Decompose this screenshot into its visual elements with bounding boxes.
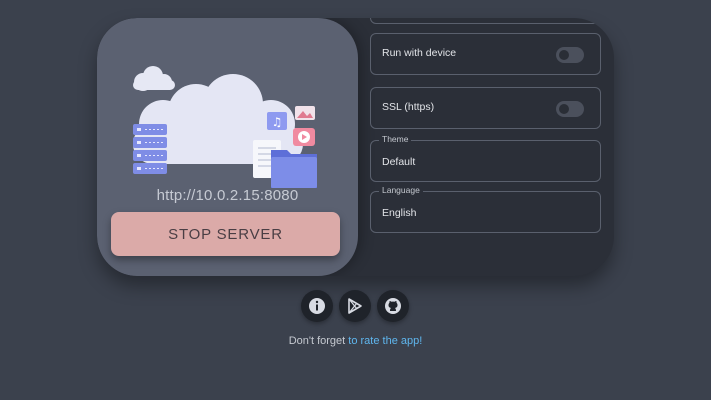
rate-app-footer: Don't forget to rate the app! — [0, 335, 711, 347]
theme-legend: Theme — [379, 134, 412, 144]
run-with-device-setting[interactable]: Run with device — [370, 33, 601, 75]
ssl-toggle[interactable] — [556, 101, 584, 117]
toggle-knob — [559, 104, 569, 114]
footer-text: Don't forget — [288, 335, 349, 347]
server-url: http://10.0.2.15:8080 — [156, 187, 299, 204]
settings-panel: Run with device SSL (https) Theme Defaul… — [367, 18, 607, 276]
run-with-device-toggle[interactable] — [556, 47, 584, 63]
ssl-label: SSL (https) — [382, 101, 435, 113]
rate-app-link[interactable]: to rate the app! — [348, 335, 422, 347]
link-icons — [301, 290, 409, 322]
github-icon — [385, 298, 401, 314]
ssl-setting[interactable]: SSL (https) — [370, 87, 601, 129]
language-legend: Language — [379, 185, 423, 195]
server-panel: ♫ http://10.0.2.15:8080 STOP SERVER — [97, 18, 358, 276]
settings-field-partial[interactable] — [370, 18, 601, 24]
language-select[interactable]: Language English — [370, 185, 601, 233]
language-value: English — [382, 207, 417, 219]
stop-server-button[interactable]: STOP SERVER — [111, 212, 340, 256]
info-button[interactable] — [301, 290, 333, 322]
toggle-knob — [559, 50, 569, 60]
play-store-icon — [348, 298, 362, 314]
svg-text:♫: ♫ — [272, 115, 283, 129]
info-icon — [309, 298, 325, 314]
play-store-button[interactable] — [339, 290, 371, 322]
server-card: ♫ http://10.0.2.15:8080 STOP SERVER Run … — [97, 18, 614, 276]
theme-select[interactable]: Theme Default — [370, 134, 601, 182]
run-with-device-label: Run with device — [382, 47, 457, 59]
github-button[interactable] — [377, 290, 409, 322]
theme-value: Default — [382, 156, 416, 168]
cloud-server-illustration: ♫ — [133, 66, 317, 188]
